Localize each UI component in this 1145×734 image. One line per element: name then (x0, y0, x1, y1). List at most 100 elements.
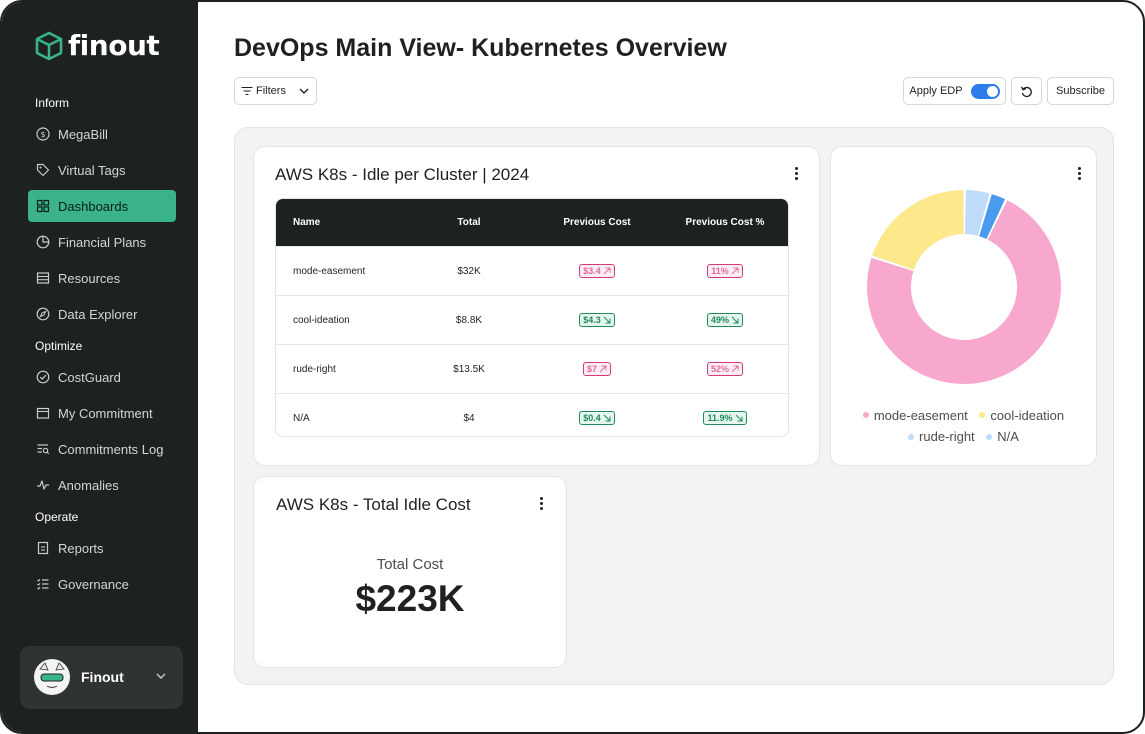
legend-item[interactable]: N/A (986, 429, 1019, 444)
more-options-icon[interactable] (795, 167, 799, 182)
section-optimize: Optimize (35, 339, 83, 353)
change-badge: 11% (707, 264, 743, 278)
cell-name: N/A (293, 412, 310, 424)
table-row: cool-ideation $8.8K $4.3 49% (276, 295, 788, 344)
finout-logo[interactable]: finout (34, 29, 160, 62)
sidebar-item-label: Anomalies (58, 477, 119, 493)
list-search-icon (37, 444, 50, 455)
cell-total: $4 (463, 412, 475, 424)
idle-table: Name Total Previous Cost Previous Cost %… (275, 198, 789, 437)
legend-label: cool-ideation (990, 407, 1065, 423)
change-badge: 11.9% (703, 411, 747, 425)
card-title: AWS K8s - Total Idle Cost (276, 495, 471, 514)
cell-name: cool-ideation (293, 314, 350, 326)
cell-total: $32K (457, 265, 481, 277)
cell-name: mode-easement (293, 265, 366, 277)
user-name: Finout (81, 669, 124, 685)
sidebar-item-anomalies[interactable]: Anomalies (28, 469, 176, 501)
idle-per-cluster-card: AWS K8s - Idle per Cluster | 2024 Name T… (253, 146, 820, 466)
legend-swatch (862, 412, 869, 418)
change-value: $3.4 (583, 266, 601, 276)
change-value: 11% (711, 266, 729, 276)
sidebar-item-dashboards[interactable]: Dashboards (28, 190, 176, 222)
sidebar-item-resources[interactable]: Resources (28, 262, 176, 294)
total-idle-cost-card: AWS K8s - Total Idle Cost Total Cost $22… (253, 476, 567, 668)
arrow-up-right-icon (731, 365, 739, 373)
column-header[interactable]: Name (276, 217, 424, 228)
column-header[interactable]: Previous Cost % (680, 217, 770, 228)
arrow-down-right-icon (731, 316, 739, 324)
sidebar-item-label: CostGuard (58, 369, 121, 385)
subscribe-button[interactable]: Subscribe (1047, 77, 1114, 105)
sidebar-item-my-commitment[interactable]: My Commitment (28, 397, 176, 429)
user-menu[interactable]: Finout (20, 646, 183, 709)
section-inform: Inform (35, 96, 70, 110)
cell-total: $8.8K (455, 314, 483, 326)
legend-item[interactable]: cool-ideation (979, 408, 1064, 423)
legend-label: mode-easement (873, 407, 968, 423)
chevron-down-icon (156, 673, 166, 679)
sidebar: finout Inform $ MegaBill Virtual Tags Da… (2, 2, 198, 732)
legend-row: rude-right N/A (831, 428, 1096, 444)
change-value: 52% (710, 364, 729, 374)
column-header[interactable]: Total (424, 217, 514, 228)
change-value: $4.3 (583, 315, 601, 325)
legend-label: rude-right (919, 429, 975, 444)
change-badge: $4.3 (579, 313, 615, 327)
sidebar-item-virtual-tags[interactable]: Virtual Tags (28, 154, 176, 186)
change-value: $0.4 (583, 413, 601, 423)
apply-edp-label: Apply EDP (909, 85, 963, 97)
sidebar-item-commitments-log[interactable]: Commitments Log (28, 433, 176, 465)
donut-slice-cool-ideation[interactable] (872, 190, 964, 270)
more-options-icon[interactable] (540, 497, 544, 512)
donut-chart (867, 190, 1061, 384)
change-badge: 52% (706, 362, 743, 376)
change-badge: $7 (582, 362, 611, 376)
legend-swatch (908, 433, 915, 440)
chart-legend: mode-easement cool-ideation rude-right N… (831, 406, 1096, 444)
section-operate: Operate (35, 510, 79, 524)
change-badge: 49% (706, 313, 743, 327)
apply-edp-toggle[interactable] (970, 83, 1000, 99)
idle-donut-card: mode-easement cool-ideation rude-right N… (830, 146, 1097, 466)
compass-icon (36, 307, 50, 321)
sidebar-item-financial-plans[interactable]: Financial Plans (28, 226, 176, 258)
cell-name: rude-right (293, 363, 336, 375)
chevron-down-icon (299, 88, 309, 94)
arrow-down-right-icon (603, 414, 611, 422)
column-header[interactable]: Previous Cost (514, 217, 680, 228)
legend-item[interactable]: mode-easement (862, 407, 968, 423)
svg-text:$: $ (40, 130, 45, 139)
filters-button[interactable]: Filters (234, 77, 317, 105)
sidebar-item-megabill[interactable]: $ MegaBill (28, 118, 176, 150)
dollar-circle-icon: $ (36, 127, 50, 141)
change-value: 11.9% (707, 413, 733, 423)
table-row: mode-easement $32K $3.4 11% (276, 246, 788, 295)
change-value: 49% (710, 315, 729, 325)
cell-total: $13.5K (453, 363, 485, 375)
sidebar-item-label: Financial Plans (58, 234, 147, 250)
brand-name: finout (68, 29, 160, 62)
sidebar-item-governance[interactable]: Governance (28, 568, 176, 600)
change-badge: $0.4 (579, 411, 615, 425)
legend-swatch (979, 412, 986, 418)
grid-icon (36, 199, 50, 213)
table-row: N/A $4 $0.4 11.9% (276, 393, 788, 436)
sidebar-item-reports[interactable]: Reports (28, 532, 176, 564)
refresh-button[interactable] (1011, 77, 1042, 105)
app-window: finout Inform $ MegaBill Virtual Tags Da… (0, 0, 1145, 734)
legend-swatch (986, 433, 993, 440)
sidebar-item-label: Governance (58, 576, 129, 592)
tag-icon (36, 163, 50, 177)
legend-item[interactable]: rude-right (908, 429, 975, 444)
sidebar-item-costguard[interactable]: CostGuard (28, 361, 176, 393)
table-row: rude-right $13.5K $7 52% (276, 344, 788, 393)
total-cost-value: $223K (355, 578, 465, 619)
sidebar-item-label: Virtual Tags (58, 162, 126, 178)
filter-icon (241, 86, 253, 96)
sidebar-item-data-explorer[interactable]: Data Explorer (28, 298, 176, 330)
filters-label: Filters (256, 85, 286, 97)
check-circle-icon (36, 370, 50, 384)
legend-row: mode-easement cool-ideation (831, 406, 1096, 423)
total-cost-label: Total Cost (376, 556, 444, 573)
